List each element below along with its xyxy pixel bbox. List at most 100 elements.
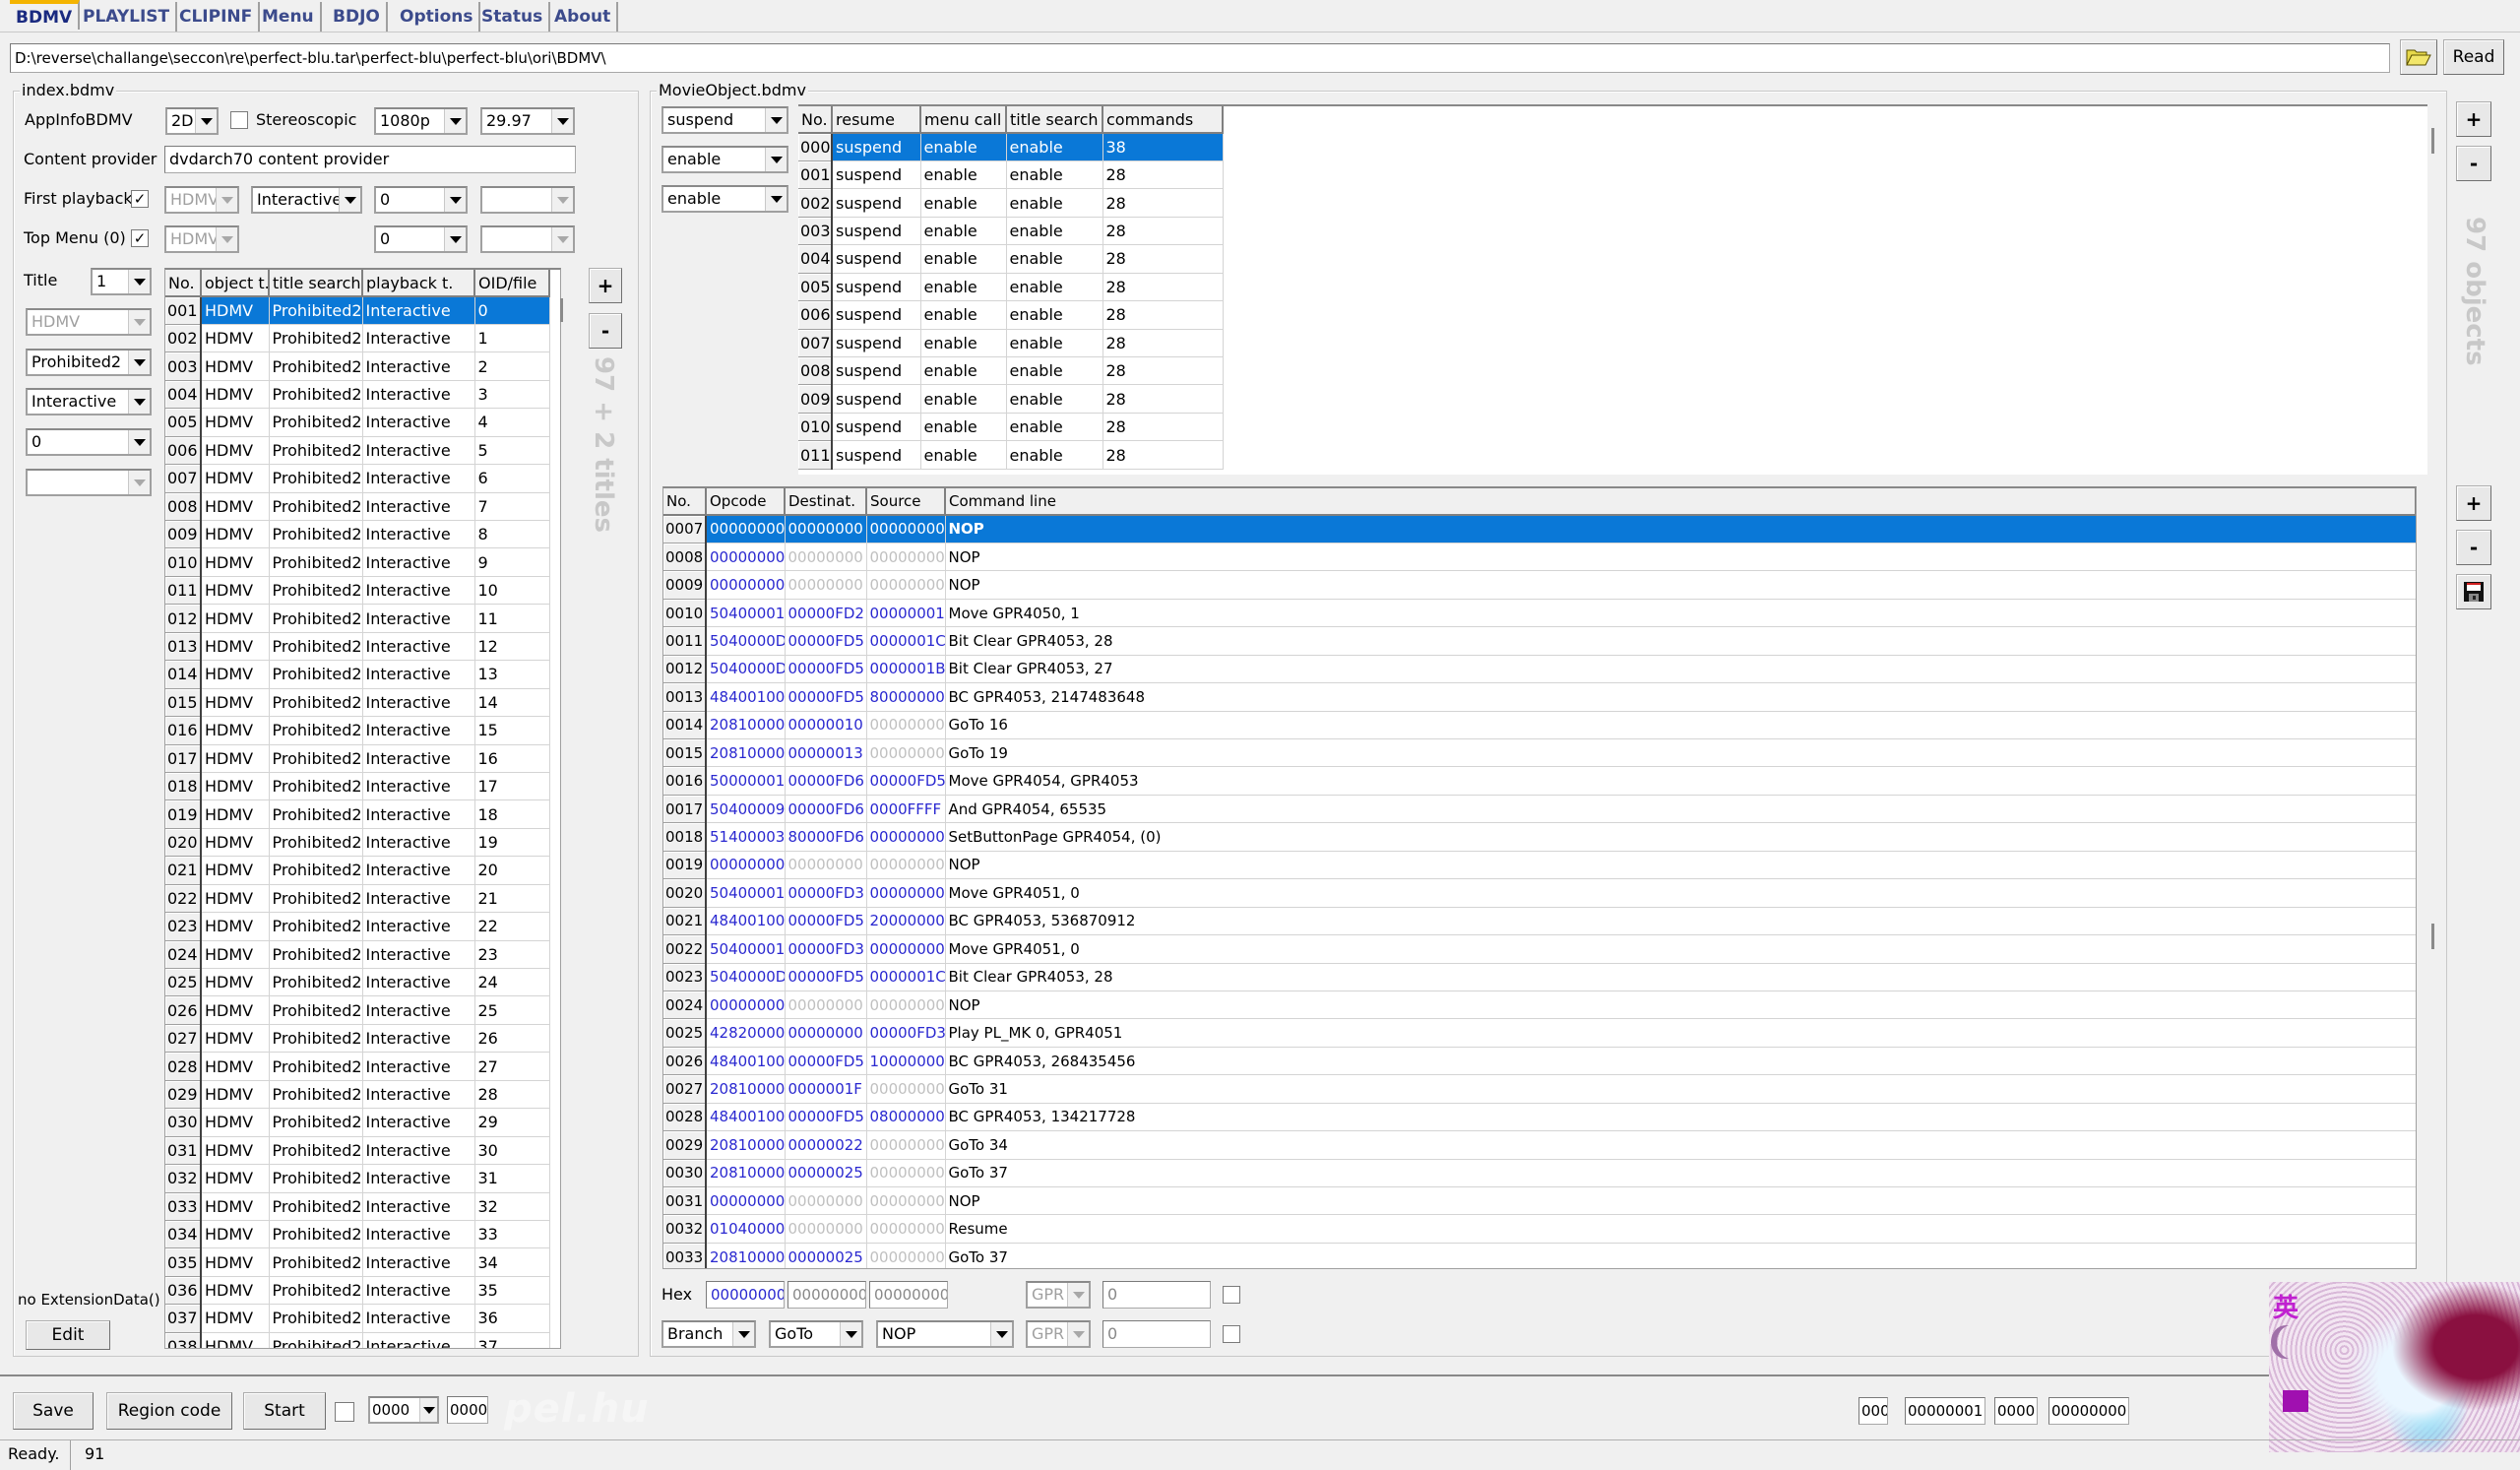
movie-object-row[interactable]: 010 suspend enable enable 28 xyxy=(798,413,1224,442)
title-select[interactable]: 1 xyxy=(91,268,152,295)
tab-about[interactable]: About xyxy=(548,2,619,32)
title-oid-select[interactable]: 0 xyxy=(26,428,152,456)
framerate-select[interactable]: 29.97 xyxy=(480,107,575,135)
title-row[interactable]: 011 HDMV Prohibited2 Interactive 10 xyxy=(165,576,550,606)
command-row[interactable]: 0033 20810000 00000025 00000000 GoTo 37 xyxy=(663,1243,2416,1268)
tab-clipinf[interactable]: CLIPINF xyxy=(173,2,261,32)
command-row[interactable]: 0008 00000000 00000000 00000000 NOP xyxy=(663,543,2416,572)
start-select[interactable]: 0000 xyxy=(368,1396,439,1424)
command-row[interactable]: 0015 20810000 00000013 00000000 GoTo 19 xyxy=(663,738,2416,768)
title-row[interactable]: 033 HDMV Prohibited2 Interactive 32 xyxy=(165,1192,550,1221)
title-row[interactable]: 012 HDMV Prohibited2 Interactive 11 xyxy=(165,604,550,633)
first-playback-checkbox[interactable]: ✓ xyxy=(131,190,149,208)
command-row[interactable]: 0018 51400003 80000FD6 00000000 SetButtonPag… xyxy=(663,822,2416,852)
title-row[interactable]: 002 HDMV Prohibited2 Interactive 1 xyxy=(165,324,550,353)
commands-column-header[interactable]: Command line xyxy=(945,488,2416,516)
resume-select[interactable]: suspend xyxy=(662,106,788,134)
command-row[interactable]: 0023 5040000D 00000FD5 0000001C Bit Clear GP… xyxy=(663,963,2416,991)
reg-field-1[interactable]: 000 xyxy=(1858,1397,1888,1425)
title-playback-select[interactable]: Interactive xyxy=(26,388,152,415)
movie-object-row[interactable]: 008 suspend enable enable 28 xyxy=(798,356,1224,386)
movie-column-header[interactable]: menu call xyxy=(920,106,1007,134)
title-row[interactable]: 026 HDMV Prohibited2 Interactive 25 xyxy=(165,995,550,1025)
command-select[interactable]: NOP xyxy=(876,1320,1014,1348)
title-row[interactable]: 013 HDMV Prohibited2 Interactive 12 xyxy=(165,632,550,662)
remove-title-button[interactable]: - xyxy=(589,313,622,349)
tab-bdmv[interactable]: BDMV xyxy=(10,0,81,30)
movie-object-row[interactable]: 009 suspend enable enable 28 xyxy=(798,384,1224,414)
title-row[interactable]: 019 HDMV Prohibited2 Interactive 18 xyxy=(165,799,550,829)
movie-object-row[interactable]: 011 suspend enable enable 28 xyxy=(798,440,1224,470)
title-row[interactable]: 014 HDMV Prohibited2 Interactive 13 xyxy=(165,660,550,689)
save-commands-button[interactable] xyxy=(2456,574,2491,609)
movie-object-row[interactable]: 000 suspend enable enable 38 xyxy=(798,133,1224,161)
remove-object-button[interactable]: - xyxy=(2456,146,2491,181)
movie-column-header[interactable]: title search xyxy=(1006,106,1103,134)
add-command-button[interactable]: + xyxy=(2456,485,2491,521)
command-subgroup-select[interactable]: GoTo xyxy=(769,1320,863,1348)
command-row[interactable]: 0027 20810000 0000001F 00000000 GoTo 31 xyxy=(663,1074,2416,1104)
commands-column-header[interactable]: Source xyxy=(866,488,946,516)
command-row[interactable]: 0009 00000000 00000000 00000000 NOP xyxy=(663,570,2416,600)
title-row[interactable]: 024 HDMV Prohibited2 Interactive 23 xyxy=(165,940,550,970)
commands-column-header[interactable]: Opcode xyxy=(706,488,786,516)
title-row[interactable]: 006 HDMV Prohibited2 Interactive 5 xyxy=(165,436,550,466)
reg-field-3[interactable]: 0000 xyxy=(1994,1397,2038,1425)
stereoscopic-checkbox[interactable] xyxy=(230,111,248,129)
command-group-select[interactable]: Branch xyxy=(662,1320,756,1348)
command-row[interactable]: 0013 48400100 00000FD5 80000000 BC GPR4053, … xyxy=(663,682,2416,712)
title-row[interactable]: 025 HDMV Prohibited2 Interactive 24 xyxy=(165,968,550,997)
resolution-select[interactable]: 1080p xyxy=(374,107,468,135)
dimension-select[interactable]: 2D xyxy=(165,107,219,135)
start-checkbox[interactable] xyxy=(335,1402,354,1422)
tab-options[interactable]: Options xyxy=(394,2,481,32)
command-row[interactable]: 0010 50400001 00000FD2 00000001 Move GPR4050… xyxy=(663,599,2416,628)
hex-opcode-input[interactable]: 00000000 xyxy=(706,1281,785,1309)
remove-command-button[interactable]: - xyxy=(2456,530,2491,565)
title-row[interactable]: 036 HDMV Prohibited2 Interactive 35 xyxy=(165,1276,550,1306)
command-row[interactable]: 0014 20810000 00000010 00000000 GoTo 16 xyxy=(663,711,2416,740)
title-row[interactable]: 030 HDMV Prohibited2 Interactive 29 xyxy=(165,1108,550,1137)
add-object-button[interactable]: + xyxy=(2456,101,2491,137)
command-row[interactable]: 0021 48400100 00000FD5 20000000 BC GPR4053, … xyxy=(663,907,2416,936)
title-row[interactable]: 015 HDMV Prohibited2 Interactive 14 xyxy=(165,688,550,718)
command-row[interactable]: 0031 00000000 00000000 00000000 NOP xyxy=(663,1186,2416,1216)
open-folder-button[interactable] xyxy=(2400,39,2437,75)
commands-column-header[interactable]: No. xyxy=(663,488,707,516)
add-title-button[interactable]: + xyxy=(589,268,622,303)
command-row[interactable]: 0007 00000000 00000000 00000000 NOP xyxy=(663,515,2416,543)
command-row[interactable]: 0022 50400001 00000FD3 00000000 Move GPR4051… xyxy=(663,934,2416,964)
title-row[interactable]: 021 HDMV Prohibited2 Interactive 20 xyxy=(165,856,550,885)
path-input[interactable]: D:\reverse\challange\seccon\re\perfect-b… xyxy=(10,43,2390,73)
command-row[interactable]: 0012 5040000D 00000FD5 0000001B Bit Clear GP… xyxy=(663,655,2416,684)
title-row[interactable]: 007 HDMV Prohibited2 Interactive 6 xyxy=(165,464,550,493)
top-menu-checkbox[interactable]: ✓ xyxy=(131,229,149,247)
movie-object-row[interactable]: 005 suspend enable enable 28 xyxy=(798,273,1224,302)
movie-object-row[interactable]: 002 suspend enable enable 28 xyxy=(798,188,1224,218)
title-row[interactable]: 022 HDMV Prohibited2 Interactive 21 xyxy=(165,884,550,914)
hex-source-input[interactable]: 00000000 xyxy=(869,1281,948,1309)
movie-column-header[interactable]: commands xyxy=(1102,106,1224,134)
titles-table[interactable]: No. object t. title search playback t. OID/f… xyxy=(164,268,561,1349)
command-row[interactable]: 0024 00000000 00000000 00000000 NOP xyxy=(663,991,2416,1020)
title-search-mode-select[interactable]: enable xyxy=(662,185,788,213)
titles-column-header[interactable]: title search xyxy=(269,270,363,297)
tab-playlist[interactable]: PLAYLIST xyxy=(77,2,178,32)
reg-field-4[interactable]: 00000000 xyxy=(2048,1397,2129,1425)
tab-status[interactable]: Status xyxy=(475,2,551,32)
value1-checkbox[interactable] xyxy=(1223,1286,1240,1304)
title-row[interactable]: 009 HDMV Prohibited2 Interactive 8 xyxy=(165,520,550,549)
title-row[interactable]: 029 HDMV Prohibited2 Interactive 28 xyxy=(165,1080,550,1110)
first-playback-oid-select[interactable]: 0 xyxy=(374,186,468,214)
titles-column-header[interactable]: No. xyxy=(165,270,202,297)
command-row[interactable]: 0019 00000000 00000000 00000000 NOP xyxy=(663,851,2416,880)
title-row[interactable]: 028 HDMV Prohibited2 Interactive 27 xyxy=(165,1052,550,1081)
command-row[interactable]: 0032 01040000 00000000 00000000 Resume xyxy=(663,1214,2416,1244)
reg-field-2[interactable]: 00000001 xyxy=(1905,1397,1985,1425)
command-row[interactable]: 0029 20810000 00000022 00000000 GoTo 34 xyxy=(663,1130,2416,1160)
tab-bdjo[interactable]: BDJO xyxy=(327,2,388,32)
titles-column-header[interactable]: OID/file xyxy=(474,270,550,297)
title-row[interactable]: 038 HDMV Prohibited2 Interactive 37 xyxy=(165,1332,550,1348)
save-button[interactable]: Save xyxy=(13,1392,94,1430)
title-row[interactable]: 004 HDMV Prohibited2 Interactive 3 xyxy=(165,380,550,410)
